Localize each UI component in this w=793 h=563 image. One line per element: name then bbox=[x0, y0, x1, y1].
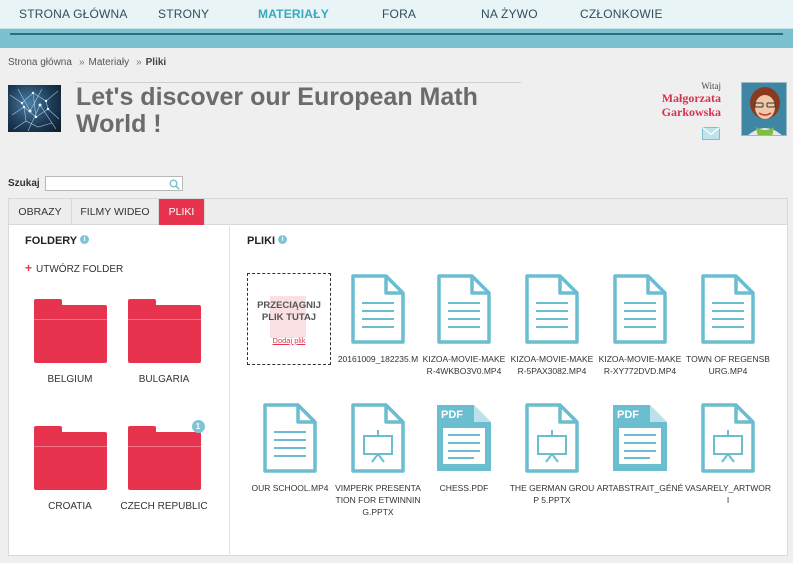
file-item[interactable]: KIZOA-MOVIE-MAKER-5PAX3082.MP4 bbox=[508, 273, 596, 377]
svg-text:PDF: PDF bbox=[441, 409, 463, 421]
pdf-file-icon: PDF bbox=[596, 402, 684, 474]
folder-bulgaria[interactable]: BULGARIA bbox=[119, 299, 209, 385]
nav-item-live[interactable]: NA ŻYWO bbox=[481, 7, 538, 21]
nav-item-pages[interactable]: STRONY bbox=[158, 7, 209, 21]
folder-label: BELGIUM bbox=[47, 374, 93, 385]
document-file-icon bbox=[246, 402, 334, 474]
files-title-text: PLIKI bbox=[247, 235, 276, 247]
files-title: PLIKI i bbox=[247, 235, 288, 247]
file-item[interactable]: PDF ARTABSTRAIT_GÉNÉ bbox=[596, 402, 684, 494]
nav-item-home[interactable]: STRONA GŁÓWNA bbox=[19, 7, 128, 21]
nav-item-forums[interactable]: FORA bbox=[382, 7, 416, 21]
breadcrumb-current: Pliki bbox=[145, 57, 167, 68]
network-image-icon bbox=[9, 88, 60, 132]
dropzone-text: PRZECIĄGNIJ PLIK TUTAJ bbox=[257, 300, 321, 323]
folder-label: BULGARIA bbox=[138, 374, 190, 385]
create-folder-button[interactable]: + UTWÓRZ FOLDER bbox=[25, 261, 123, 275]
document-file-icon bbox=[334, 273, 422, 345]
user-welcome: Witaj Małgorzata Garkowska bbox=[662, 81, 721, 119]
folder-czech-republic[interactable]: 1 CZECH REPUBLIC bbox=[119, 420, 209, 512]
column-divider bbox=[229, 226, 230, 556]
file-name: VIMPERK PRESENTATION FOR ETWINNING.PPTX bbox=[335, 483, 421, 517]
breadcrumb-separator: » bbox=[136, 57, 142, 68]
nav-item-members[interactable]: CZŁONKOWIE bbox=[580, 7, 663, 21]
file-name: KIZOA-MOVIE-MAKER-XY772DVD.MP4 bbox=[598, 354, 682, 376]
tab-videos[interactable]: FILMY WIDEO bbox=[72, 199, 159, 225]
folder-icon bbox=[33, 299, 107, 363]
folders-title: FOLDERY i bbox=[25, 235, 90, 247]
info-icon[interactable]: i bbox=[278, 235, 288, 244]
mail-icon[interactable] bbox=[702, 127, 720, 140]
user-first-name[interactable]: Małgorzata bbox=[662, 91, 721, 105]
search-input[interactable] bbox=[45, 176, 183, 191]
file-dropzone[interactable]: PRZECIĄGNIJ PLIK TUTAJ Dodaj plik bbox=[247, 273, 331, 365]
tab-images[interactable]: OBRAZY bbox=[9, 199, 72, 225]
info-icon[interactable]: i bbox=[80, 235, 90, 244]
file-item[interactable]: TOWN OF REGENSBURG.MP4 bbox=[684, 273, 772, 377]
presentation-file-icon bbox=[684, 402, 772, 474]
file-item[interactable]: KIZOA-MOVIE-MAKER-4WKBO3V0.MP4 bbox=[420, 273, 508, 377]
file-item[interactable]: VIMPERK PRESENTATION FOR ETWINNING.PPTX bbox=[334, 402, 422, 518]
pdf-file-icon: PDF bbox=[420, 402, 508, 474]
file-name: ARTABSTRAIT_GÉNÉ bbox=[596, 483, 684, 493]
file-item[interactable]: 20161009_182235.M bbox=[334, 273, 422, 365]
file-name: VASARELY_ARTWORI bbox=[685, 483, 771, 505]
tab-files[interactable]: PLIKI bbox=[159, 199, 205, 225]
materials-panel: OBRAZY FILMY WIDEO PLIKI FOLDERY i + UTWÓR… bbox=[8, 198, 788, 556]
presentation-file-icon bbox=[508, 402, 596, 474]
file-item[interactable]: KIZOA-MOVIE-MAKER-XY772DVD.MP4 bbox=[596, 273, 684, 377]
folder-label: CZECH REPUBLIC bbox=[120, 501, 208, 512]
breadcrumb-materials[interactable]: Materiały bbox=[89, 57, 130, 68]
svg-text:PDF: PDF bbox=[617, 409, 639, 421]
add-file-link[interactable]: Dodaj plik bbox=[248, 336, 330, 345]
file-name: THE GERMAN GROUP 5.PPTX bbox=[509, 483, 595, 505]
user-last-name[interactable]: Garkowska bbox=[662, 105, 721, 119]
media-tabs: OBRAZY FILMY WIDEO PLIKI bbox=[9, 199, 787, 225]
file-name: KIZOA-MOVIE-MAKER-5PAX3082.MP4 bbox=[510, 354, 594, 376]
user-photo-icon bbox=[742, 83, 786, 135]
folder-icon: 1 bbox=[127, 420, 205, 490]
file-name: OUR SCHOOL.MP4 bbox=[251, 483, 329, 493]
file-item[interactable]: THE GERMAN GROUP 5.PPTX bbox=[508, 402, 596, 506]
top-bar: STRONA GŁÓWNA STRONY MATERIAŁY FORA NA Ż… bbox=[0, 0, 793, 48]
presentation-file-icon bbox=[334, 402, 422, 474]
search-label: Szukaj bbox=[8, 178, 40, 189]
main-nav: STRONA GŁÓWNA STRONY MATERIAŁY FORA NA Ż… bbox=[0, 0, 793, 29]
breadcrumb: Strona główna» Materiały» Pliki bbox=[8, 57, 169, 68]
page-title: Let's discover our European Math World ! bbox=[76, 83, 478, 138]
folder-belgium[interactable]: BELGIUM bbox=[25, 299, 115, 385]
greeting: Witaj bbox=[701, 81, 721, 91]
breadcrumb-separator: » bbox=[78, 57, 85, 68]
count-badge: 1 bbox=[191, 420, 205, 433]
nav-underline bbox=[10, 33, 783, 35]
project-thumbnail bbox=[8, 85, 61, 132]
folder-croatia[interactable]: CROATIA bbox=[25, 426, 115, 512]
create-folder-label: UTWÓRZ FOLDER bbox=[36, 264, 124, 275]
avatar[interactable] bbox=[741, 82, 787, 136]
folder-icon bbox=[33, 426, 107, 490]
file-name: KIZOA-MOVIE-MAKER-4WKBO3V0.MP4 bbox=[422, 354, 506, 376]
breadcrumb-home[interactable]: Strona główna bbox=[8, 57, 72, 68]
document-file-icon bbox=[508, 273, 596, 345]
file-name: CHESS.PDF bbox=[439, 483, 489, 493]
folder-label: CROATIA bbox=[48, 501, 92, 512]
nav-item-materials[interactable]: MATERIAŁY bbox=[258, 7, 329, 21]
file-name: TOWN OF REGENSBURG.MP4 bbox=[686, 354, 770, 376]
folders-title-text: FOLDERY bbox=[25, 235, 78, 247]
document-file-icon bbox=[596, 273, 684, 345]
file-item[interactable]: OUR SCHOOL.MP4 bbox=[246, 402, 334, 494]
folder-icon bbox=[127, 299, 201, 363]
plus-icon: + bbox=[25, 261, 33, 275]
file-item[interactable]: VASARELY_ARTWORI bbox=[684, 402, 772, 506]
document-file-icon bbox=[420, 273, 508, 345]
file-name: 20161009_182235.M bbox=[337, 354, 419, 364]
document-file-icon bbox=[684, 273, 772, 345]
search-icon[interactable] bbox=[169, 179, 180, 190]
file-item[interactable]: PDF CHESS.PDF bbox=[420, 402, 508, 494]
